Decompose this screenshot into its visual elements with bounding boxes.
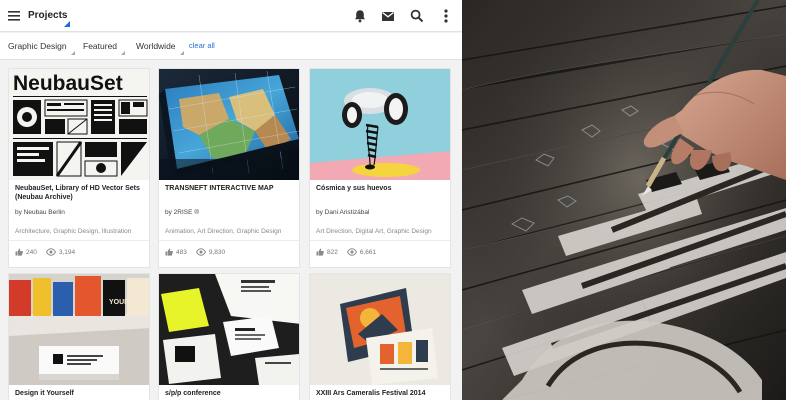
dropdown-corner-icon [121,51,126,55]
thumbs-up-icon [165,248,173,256]
mail-icon[interactable] [380,8,396,24]
appreciation-count: 240 [26,248,37,256]
menu-icon[interactable] [7,8,21,24]
page-title-dropdown[interactable]: Projects [28,9,70,29]
view-count: 3,194 [58,248,76,256]
eye-icon [195,248,206,256]
filter-sort-label: Featured [83,41,118,51]
clear-all-link[interactable]: clear all [189,41,215,50]
project-title[interactable]: NeubauSet, Library of HD Vector Sets (Ne… [15,184,145,202]
bell-icon[interactable] [352,8,368,24]
project-title[interactable]: s/p/p conference [165,389,295,398]
divider [159,240,299,241]
appreciation-count: 483 [176,248,187,256]
eye-icon [45,248,56,256]
filter-location[interactable]: Worldwide [136,41,184,55]
project-title[interactable]: TRANSNEFT INTERACTIVE MAP [165,184,295,193]
view-count: 6,661 [359,248,377,256]
hero-photo-hand-painting-wood [462,0,786,400]
project-card[interactable]: XXIII Ars Cameralis Festival 2014 [309,273,451,400]
dropdown-corner-icon [179,51,184,55]
project-fields: Architecture, Graphic Design, Illustrati… [15,228,132,235]
thumbs-up-icon [316,248,324,256]
project-stats: 483 9,830 [165,248,225,256]
project-fields: Art Direction, Digital Art, Graphic Desi… [316,228,432,235]
project-author[interactable]: by Dani Aristizábal [316,209,369,216]
eye-icon [346,248,357,256]
filter-field-label: Graphic Design [8,41,67,51]
projects-app-panel: Projects Graphic Design Featured Worldwi… [0,0,462,400]
project-thumbnail: NeubauSet [9,69,149,180]
project-card[interactable]: NeubauSet NeubauSet, Library of HD Vecto… [8,68,150,268]
search-icon[interactable] [409,8,425,24]
project-title[interactable]: XXIII Ars Cameralis Festival 2014 [316,389,446,398]
project-thumbnail [159,274,299,385]
project-author[interactable]: by 2RISE ® [165,209,199,216]
project-card[interactable]: TRANSNEFT INTERACTIVE MAP by 2RISE ® Ani… [158,68,300,268]
page-title: Projects [28,10,68,21]
project-fields: Animation, Art Direction, Graphic Design [165,228,282,235]
project-thumbnail [310,69,450,180]
project-author[interactable]: by Neubau Berlin [15,209,65,216]
dropdown-corner-icon [64,21,70,27]
project-thumbnail [310,274,450,385]
project-card[interactable]: s/p/p conference [158,273,300,400]
screen: Projects Graphic Design Featured Worldwi… [0,0,786,400]
appreciation-count: 822 [327,248,338,256]
thumbs-up-icon [15,248,23,256]
project-stats: 240 3,194 [15,248,75,256]
divider [9,240,149,241]
project-thumbnail: YOURSELF [9,274,149,385]
top-app-bar: Projects [0,0,462,32]
project-title[interactable]: Design it Yourself [15,389,145,398]
dropdown-corner-icon [70,51,75,55]
project-card[interactable]: Cósmica y sus huevos by Dani Aristizábal… [309,68,451,268]
project-stats: 822 6,661 [316,248,376,256]
project-card[interactable]: YOURSELF Design it Yourself [8,273,150,400]
filter-location-label: Worldwide [136,41,176,51]
filter-field[interactable]: Graphic Design [8,41,75,55]
more-vert-icon[interactable] [438,8,454,24]
thumbnail-sign: YOURSELF [109,299,148,306]
divider [310,240,450,241]
filter-sort[interactable]: Featured [83,41,126,55]
filter-bar: Graphic Design Featured Worldwide clear … [0,33,462,60]
thumbnail-wordmark: NeubauSet [13,72,123,95]
project-title[interactable]: Cósmica y sus huevos [316,184,446,193]
project-thumbnail [159,69,299,180]
view-count: 9,830 [208,248,226,256]
